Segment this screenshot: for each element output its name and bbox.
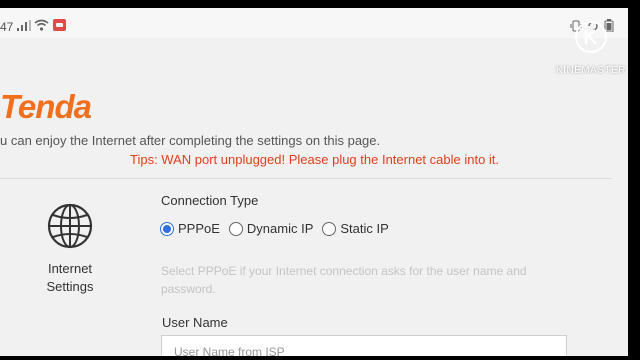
status-bar: 47: [0, 8, 628, 38]
wifi-icon: [34, 19, 49, 34]
kinemaster-logo-icon: [574, 20, 608, 59]
notification-icon: [53, 19, 66, 34]
watermark-text: KINEMASTER: [556, 65, 627, 76]
router-setup-screen: 47 KINEMASTER Tenda u can enjoy the Inte…: [0, 8, 628, 356]
globe-icon: [46, 202, 94, 255]
internet-settings-label: Internet Settings: [46, 261, 94, 294]
divider: [0, 178, 612, 179]
connection-type-radio-group: PPPoE Dynamic IP Static IP: [160, 221, 398, 236]
radio-static-ip-label[interactable]: Static IP: [340, 221, 388, 236]
pppoe-hint-text: Select PPPoE if your Internet connection…: [161, 264, 527, 296]
radio-pppoe-circle[interactable]: [160, 221, 174, 236]
wan-tips-text: Tips: WAN port unplugged! Please plug th…: [130, 152, 500, 167]
radio-dynamic-ip-circle[interactable]: [228, 221, 243, 236]
radio-static-ip-circle[interactable]: [322, 221, 337, 236]
radio-dynamic-ip-label[interactable]: Dynamic IP: [247, 221, 313, 236]
user-name-label: User Name: [162, 315, 228, 330]
radio-selected-dot: [163, 224, 171, 233]
tenda-logo: Tenda: [0, 88, 92, 125]
radio-pppoe[interactable]: PPPoE: [160, 221, 220, 236]
radio-pppoe-label[interactable]: PPPoE: [178, 221, 220, 236]
radio-static-ip[interactable]: Static IP: [322, 221, 389, 236]
signal-icon: [17, 20, 31, 34]
radio-dynamic-ip[interactable]: Dynamic IP: [228, 221, 313, 236]
status-time: 47: [0, 20, 14, 34]
intro-text: u can enjoy the Internet after completin…: [0, 133, 381, 148]
connection-type-label: Connection Type: [161, 193, 259, 208]
user-name-input[interactable]: [161, 335, 567, 356]
